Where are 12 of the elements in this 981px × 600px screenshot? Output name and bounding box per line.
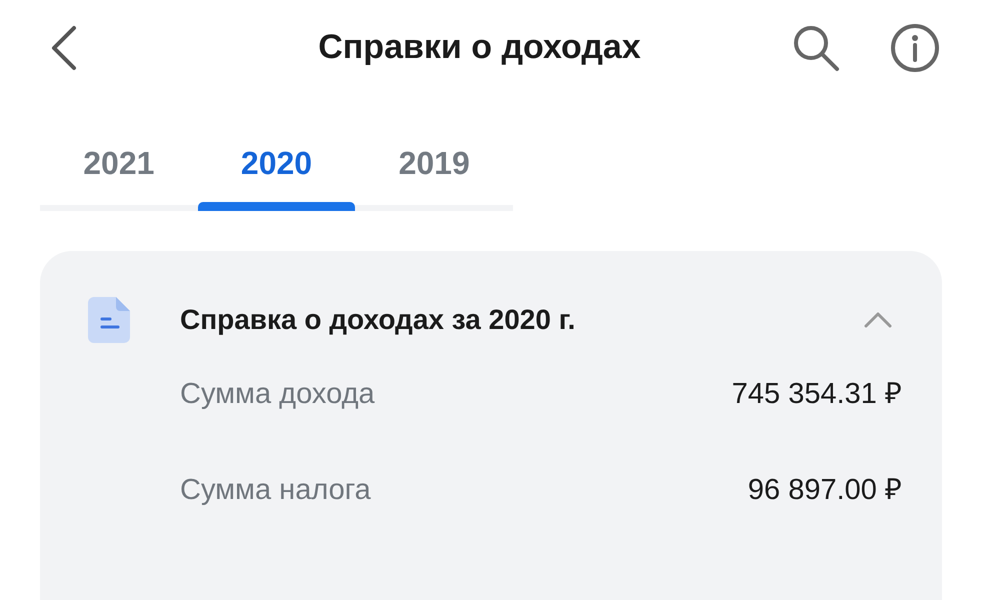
- year-tab[interactable]: 2021: [40, 125, 198, 211]
- row-label: Сумма налога: [180, 472, 371, 508]
- year-tab[interactable]: 2019: [355, 125, 514, 211]
- document-icon: [88, 295, 132, 345]
- year-tab[interactable]: 2020: [198, 125, 356, 211]
- collapse-icon[interactable]: [862, 310, 894, 330]
- row-label: Сумма дохода: [180, 377, 375, 412]
- certificate-title: Справка о доходах за 2020 г.: [180, 303, 576, 337]
- row-value: 745 354.31 ₽: [732, 377, 902, 412]
- info-icon[interactable]: [889, 22, 941, 74]
- page-title: Справки о доходах: [317, 27, 642, 68]
- row-value: 96 897.00 ₽: [748, 472, 902, 508]
